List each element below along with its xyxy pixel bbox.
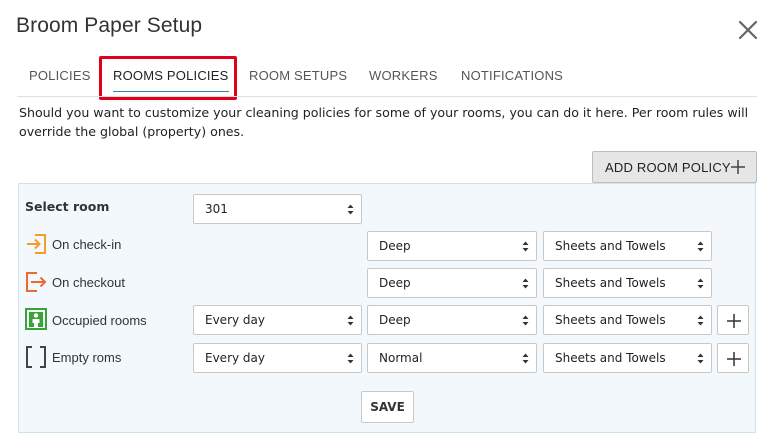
close-icon[interactable] [736, 18, 760, 42]
select-arrows-icon [697, 315, 704, 326]
checkin-linen-value: Sheets and Towels [555, 239, 666, 253]
select-arrows-icon [697, 353, 704, 364]
room-select-value: 301 [205, 202, 228, 216]
select-arrows-icon [522, 278, 529, 289]
occupied-cleaning-value: Deep [379, 313, 411, 327]
active-tab-underline [113, 91, 229, 92]
empty-room-icon [26, 346, 46, 368]
room-select[interactable]: 301 [193, 194, 362, 224]
select-room-label: Select room [25, 199, 110, 214]
plus-icon [727, 314, 741, 328]
empty-linen-value: Sheets and Towels [555, 351, 666, 365]
select-arrows-icon [522, 353, 529, 364]
checkout-label: On checkout [52, 275, 125, 290]
occupied-frequency-select[interactable]: Every day [193, 305, 362, 335]
checkout-cleaning-value: Deep [379, 276, 411, 290]
select-arrows-icon [522, 241, 529, 252]
empty-frequency-select[interactable]: Every day [193, 343, 362, 373]
empty-cleaning-select[interactable]: Normal [367, 343, 537, 373]
tab-label: ROOMS POLICIES [113, 68, 229, 83]
checkout-linen-value: Sheets and Towels [555, 276, 666, 290]
tab-notifications[interactable]: NOTIFICATIONS [461, 56, 563, 96]
tab-workers[interactable]: WORKERS [369, 56, 438, 96]
empty-cleaning-value: Normal [379, 351, 423, 365]
select-arrows-icon [347, 204, 354, 215]
empty-add-button[interactable] [717, 343, 749, 373]
empty-linen-select[interactable]: Sheets and Towels [543, 343, 712, 373]
save-button[interactable]: SAVE [361, 391, 414, 423]
checkin-linen-select[interactable]: Sheets and Towels [543, 231, 712, 261]
tab-room-setups[interactable]: ROOM SETUPS [249, 56, 347, 96]
select-arrows-icon [697, 278, 704, 289]
occupied-room-icon [25, 308, 47, 330]
select-arrows-icon [522, 315, 529, 326]
tab-label: NOTIFICATIONS [461, 68, 564, 83]
occupied-add-button[interactable] [717, 305, 749, 335]
select-arrows-icon [347, 315, 354, 326]
tab-label: ROOM SETUPS [249, 68, 348, 83]
select-arrows-icon [347, 353, 354, 364]
checkin-cleaning-value: Deep [379, 239, 411, 253]
dialog-title: Broom Paper Setup [16, 14, 203, 37]
select-arrows-icon [697, 241, 704, 252]
checkin-icon [27, 234, 46, 254]
occupied-linen-value: Sheets and Towels [555, 313, 666, 327]
occupied-cleaning-select[interactable]: Deep [367, 305, 537, 335]
tabs-divider [17, 96, 757, 97]
checkout-linen-select[interactable]: Sheets and Towels [543, 268, 712, 298]
checkin-cleaning-select[interactable]: Deep [367, 231, 537, 261]
add-room-policy-label: ADD ROOM POLICY [605, 159, 731, 175]
tab-policies[interactable]: POLICIES [29, 56, 91, 96]
add-room-policy-button[interactable]: ADD ROOM POLICY [592, 151, 757, 183]
checkout-cleaning-select[interactable]: Deep [367, 268, 537, 298]
checkin-label: On check-in [52, 237, 122, 252]
plus-icon [731, 160, 745, 174]
tab-bar: POLICIES ROOMS POLICIES ROOM SETUPS WORK… [17, 56, 757, 96]
tab-label: WORKERS [369, 68, 438, 83]
description-text: Should you want to customize your cleani… [19, 105, 749, 139]
empty-frequency-value: Every day [205, 351, 265, 365]
occupied-linen-select[interactable]: Sheets and Towels [543, 305, 712, 335]
occupied-frequency-value: Every day [205, 313, 265, 327]
plus-icon [727, 352, 741, 366]
checkout-icon [26, 272, 47, 292]
empty-rooms-label: Empty roms [52, 350, 122, 365]
occupied-rooms-label: Occupied rooms [52, 313, 147, 328]
tab-label: POLICIES [29, 68, 91, 83]
tab-rooms-policies[interactable]: ROOMS POLICIES [113, 56, 229, 96]
